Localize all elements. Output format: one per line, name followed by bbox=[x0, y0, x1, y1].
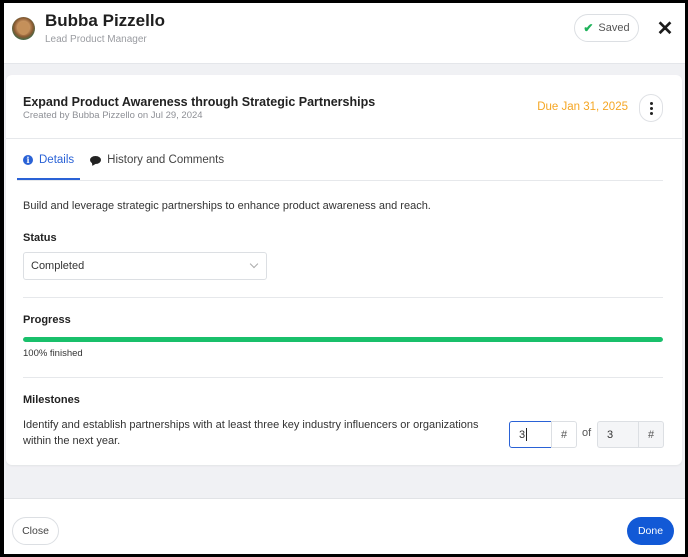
goal-detail-modal: Bubba Pizzello Lead Product Manager ✔ Sa… bbox=[4, 3, 685, 554]
divider bbox=[17, 180, 663, 181]
milestone-current-input[interactable]: 3 bbox=[509, 421, 552, 448]
check-icon: ✔ bbox=[583, 21, 594, 35]
tab-label: Details bbox=[39, 153, 75, 166]
modal-footer: Close Done bbox=[4, 498, 685, 554]
close-button[interactable]: Close bbox=[12, 517, 59, 545]
saved-status-badge: ✔ Saved bbox=[574, 14, 639, 42]
status-select[interactable]: Completed bbox=[23, 252, 267, 280]
info-icon: i bbox=[23, 154, 33, 165]
modal-header: Bubba Pizzello Lead Product Manager ✔ Sa… bbox=[4, 3, 685, 64]
status-label: Status bbox=[23, 232, 57, 244]
comment-icon bbox=[90, 155, 102, 164]
more-options-button[interactable] bbox=[639, 94, 663, 122]
milestones-label: Milestones bbox=[23, 394, 80, 406]
avatar bbox=[12, 17, 35, 40]
chevron-down-icon bbox=[249, 259, 259, 269]
progress-text: 100% finished bbox=[23, 348, 83, 359]
goal-title: Expand Product Awareness through Strateg… bbox=[23, 95, 376, 109]
goal-description: Build and leverage strategic partnership… bbox=[23, 200, 431, 212]
saved-label: Saved bbox=[598, 22, 630, 34]
milestone-target-input: 3 bbox=[597, 421, 639, 448]
of-label: of bbox=[582, 427, 592, 439]
user-name: Bubba Pizzello bbox=[45, 11, 165, 30]
text-caret bbox=[526, 428, 528, 441]
divider bbox=[23, 377, 663, 378]
more-vertical-icon bbox=[649, 101, 653, 105]
goal-created-by: Created by Bubba Pizzello on Jul 29, 202… bbox=[23, 110, 203, 121]
tab-details[interactable]: i Details bbox=[17, 139, 81, 180]
current-unit-addon: # bbox=[551, 421, 577, 448]
milestone-current-value: 3 bbox=[519, 428, 526, 441]
status-value: Completed bbox=[31, 260, 85, 272]
tab-label: History and Comments bbox=[107, 153, 225, 166]
close-icon[interactable]: ✕ bbox=[653, 16, 677, 40]
user-role: Lead Product Manager bbox=[45, 34, 147, 45]
progress-bar-fill bbox=[23, 337, 663, 342]
goal-card: Expand Product Awareness through Strateg… bbox=[6, 75, 682, 465]
tab-history-and-comments[interactable]: History and Comments bbox=[84, 139, 230, 180]
progress-bar bbox=[23, 337, 663, 342]
divider bbox=[23, 297, 663, 298]
milestone-text: Identify and establish partnerships with… bbox=[23, 419, 479, 447]
target-unit-addon: # bbox=[638, 421, 664, 448]
tab-bar: i Details History and Comments bbox=[17, 139, 230, 180]
milestone-target-value: 3 bbox=[607, 428, 614, 441]
done-button[interactable]: Done bbox=[627, 517, 674, 545]
progress-label: Progress bbox=[23, 314, 71, 326]
due-date: Due Jan 31, 2025 bbox=[537, 101, 628, 113]
